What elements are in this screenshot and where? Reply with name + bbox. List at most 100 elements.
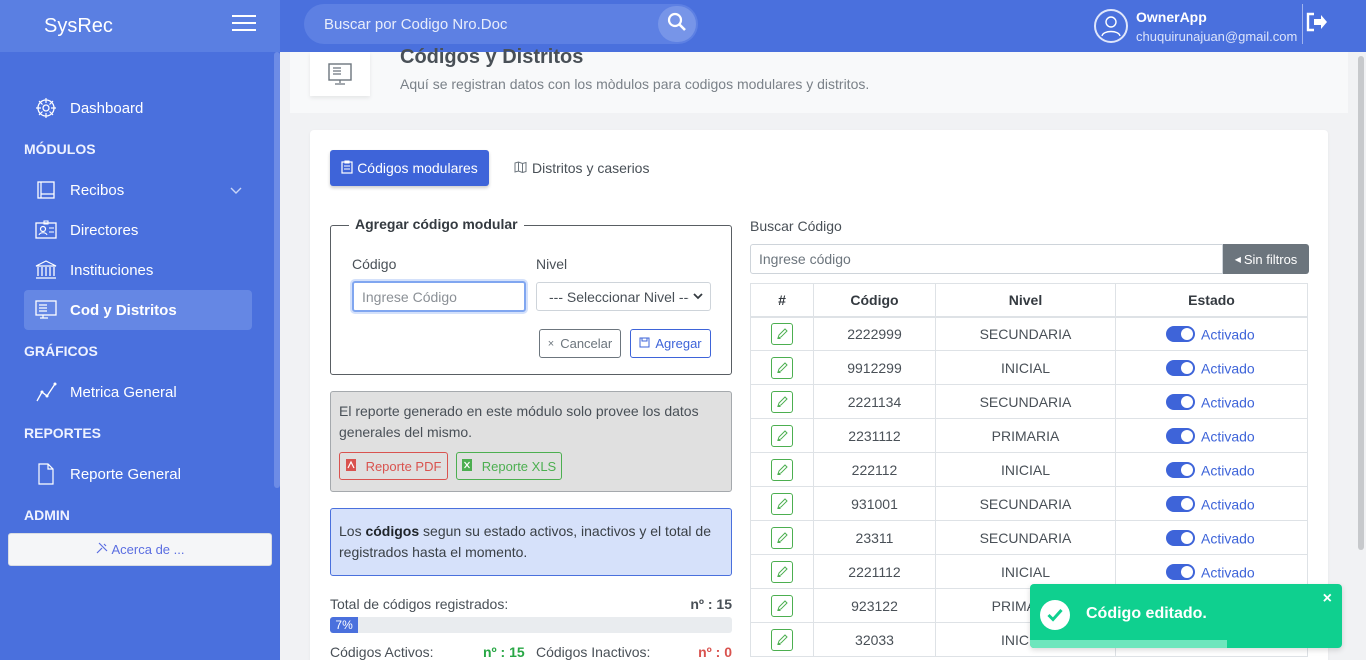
sidebar-item-instituciones[interactable]: Instituciones <box>24 250 252 290</box>
map-icon <box>514 160 527 176</box>
table-row: 222112 INICIAL Activado <box>750 452 1308 487</box>
sidebar-item-metrica[interactable]: Metrica General <box>24 372 252 412</box>
institution-icon <box>34 259 58 281</box>
edit-button[interactable] <box>771 560 793 583</box>
cancel-button[interactable]: × Cancelar <box>539 329 621 358</box>
add-button[interactable]: Agregar <box>630 329 711 358</box>
edit-button[interactable] <box>771 424 793 447</box>
sidebar-item-cod-distritos[interactable]: Cod y Distritos <box>24 290 252 330</box>
cell-estado: Activado <box>1115 316 1308 351</box>
report-panel: El reporte generado en este módulo solo … <box>330 391 732 492</box>
global-search-input[interactable]: Buscar por Codigo Nro.Doc <box>304 4 698 44</box>
chevron-down-icon <box>692 289 704 306</box>
edit-button[interactable] <box>771 628 793 651</box>
tab-label: Distritos y caserios <box>532 160 650 176</box>
info-bold: códigos <box>365 523 420 539</box>
toast-close-button[interactable]: × <box>1323 590 1332 608</box>
cell-nivel: PRIMARIA <box>935 418 1116 453</box>
header-estado[interactable]: Estado <box>1115 283 1308 318</box>
excel-icon <box>461 456 472 477</box>
status-toggle[interactable] <box>1166 496 1195 513</box>
user-email: chuquirunajuan@gmail.com <box>1136 28 1298 44</box>
report-text: El reporte generado en este módulo solo … <box>339 403 699 440</box>
sidebar-item-directores[interactable]: Directores <box>24 210 252 250</box>
header-index: # <box>750 283 814 318</box>
form-legend: Agregar código modular <box>349 216 524 232</box>
tab-codigos-modulares[interactable]: Códigos modulares <box>330 150 489 186</box>
status-toggle[interactable] <box>1166 360 1195 377</box>
header-nivel[interactable]: Nivel <box>935 283 1116 318</box>
code-stats: Códigos Activos: nº : 15 Códigos Inactiv… <box>330 644 732 660</box>
edit-button[interactable] <box>771 390 793 413</box>
edit-button[interactable] <box>771 458 793 481</box>
status-toggle[interactable] <box>1166 564 1195 581</box>
cell-codigo: 931001 <box>813 486 936 521</box>
menu-toggle-icon[interactable] <box>232 15 256 33</box>
search-icon <box>667 12 687 36</box>
edit-button[interactable] <box>771 492 793 515</box>
clear-filters-button[interactable]: ◀ Sin filtros <box>1223 244 1309 274</box>
sidebar-heading-graficos: GRÁFICOS <box>24 343 98 359</box>
sidebar-scrollbar[interactable] <box>274 52 280 488</box>
row-actions <box>750 554 814 589</box>
pencil-icon <box>777 633 788 645</box>
row-actions <box>750 520 814 555</box>
check-icon <box>1040 600 1070 630</box>
edit-button[interactable] <box>771 356 793 379</box>
cell-nivel: SECUNDARIA <box>935 486 1116 521</box>
page-scrollbar[interactable] <box>1358 56 1364 550</box>
sidebar-item-recibos[interactable]: Recibos <box>24 170 252 210</box>
edit-button[interactable] <box>771 322 793 345</box>
cell-estado: Activado <box>1115 486 1308 521</box>
divider <box>1302 4 1303 44</box>
sidebar-item-label: Reporte General <box>70 465 181 483</box>
edit-button[interactable] <box>771 594 793 617</box>
report-xls-button[interactable]: Reporte XLS <box>456 452 562 480</box>
sidebar-item-label: Directores <box>70 221 139 239</box>
user-menu[interactable]: OwnerApp chuquirunajuan@gmail.com <box>1094 4 1297 48</box>
status-toggle[interactable] <box>1166 530 1195 547</box>
sidebar-item-dashboard[interactable]: Dashboard <box>24 88 252 128</box>
cell-codigo: 23311 <box>813 520 936 555</box>
status-toggle[interactable] <box>1166 428 1195 445</box>
sidebar-heading-modulos: MÓDULOS <box>24 141 96 157</box>
status-label: Activado <box>1201 428 1255 445</box>
status-label: Activado <box>1201 394 1255 411</box>
close-icon: × <box>547 337 555 350</box>
logout-icon[interactable] <box>1306 12 1330 36</box>
pdf-icon <box>345 456 356 477</box>
sidebar-item-label: Recibos <box>70 181 125 199</box>
pencil-icon <box>777 531 788 543</box>
sidebar-menu: Dashboard MÓDULOS Recibos Directores Ins… <box>0 52 280 536</box>
topbar: Buscar por Codigo Nro.Doc OwnerApp chuqu… <box>280 0 1366 52</box>
cell-estado: Activado <box>1115 350 1308 385</box>
brand-name: SysRec <box>44 14 113 37</box>
status-toggle[interactable] <box>1166 394 1195 411</box>
cell-codigo: 2221112 <box>813 554 936 589</box>
save-icon <box>639 336 650 351</box>
edit-button[interactable] <box>771 526 793 549</box>
row-actions <box>750 350 814 385</box>
status-label: Activado <box>1201 496 1255 513</box>
avatar-icon <box>1094 9 1128 43</box>
nivel-selected: --- Seleccionar Nivel --- <box>549 288 689 305</box>
cell-codigo: 2231112 <box>813 418 936 453</box>
code-search-input[interactable]: Ingrese código <box>750 244 1223 274</box>
xls-label: Reporte XLS <box>481 458 557 474</box>
code-search-placeholder: Ingrese código <box>759 251 851 267</box>
status-toggle[interactable] <box>1166 326 1195 343</box>
row-actions <box>750 384 814 419</box>
tab-distritos[interactable]: Distritos y caserios <box>514 150 649 186</box>
about-button[interactable]: Acerca de ... <box>8 533 272 566</box>
report-pdf-button[interactable]: Reporte PDF <box>339 452 448 480</box>
nivel-select[interactable]: --- Seleccionar Nivel --- <box>536 282 711 311</box>
codigo-input[interactable]: Ingrese Código <box>352 281 526 312</box>
header-codigo[interactable]: Código <box>813 283 936 318</box>
status-toggle[interactable] <box>1166 462 1195 479</box>
monitor-icon <box>310 52 370 96</box>
inactive-label: Códigos Inactivos: <box>536 644 651 660</box>
progress-label: 7% <box>335 618 353 632</box>
sidebar-item-reporte-general[interactable]: Reporte General <box>24 454 252 494</box>
search-button[interactable] <box>658 6 696 42</box>
tab-label: Códigos modulares <box>357 160 478 176</box>
